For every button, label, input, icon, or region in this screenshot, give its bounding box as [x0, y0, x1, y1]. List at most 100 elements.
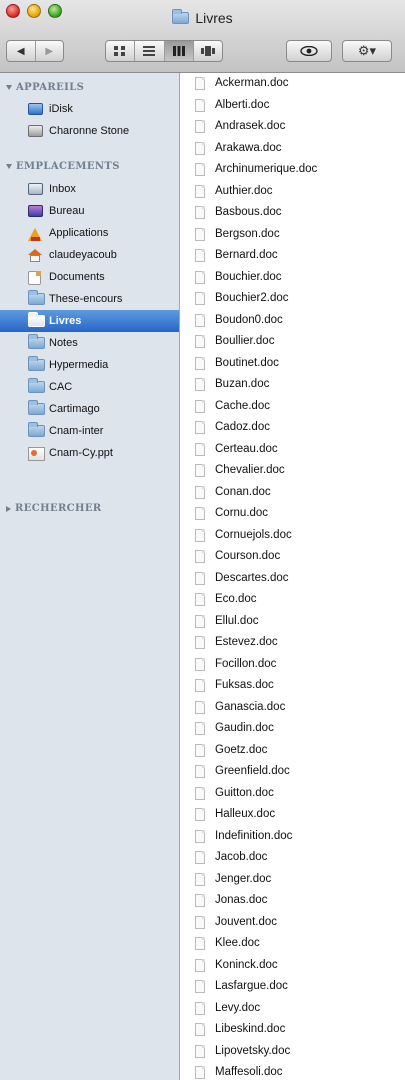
column-view-button[interactable] [164, 41, 194, 61]
file-row[interactable]: Bouchier2.doc [181, 288, 405, 310]
file-row[interactable]: Bergson.doc [181, 224, 405, 246]
sidebar-item-claudeyacoub[interactable]: claudeyacoub [0, 244, 179, 266]
file-row[interactable]: Libeskind.doc [181, 1019, 405, 1041]
file-row[interactable]: Boullier.doc [181, 331, 405, 353]
sidebar-section-emplacements[interactable]: EMPLACEMENTS [6, 161, 120, 172]
file-row[interactable]: Boudon0.doc [181, 310, 405, 332]
document-icon [195, 743, 205, 757]
file-row[interactable]: Andrasek.doc [181, 116, 405, 138]
file-name: Archinumerique.doc [215, 163, 318, 175]
file-row[interactable]: Courson.doc [181, 546, 405, 568]
file-row[interactable]: Ackerman.doc [181, 73, 405, 95]
sidebar-item-these-encours[interactable]: These-encours [0, 288, 179, 310]
file-row[interactable]: Goetz.doc [181, 740, 405, 762]
folder-icon [28, 400, 45, 415]
file-row[interactable]: Bouchier.doc [181, 267, 405, 289]
sidebar-item-cnam-inter[interactable]: Cnam-inter [0, 420, 179, 442]
file-row[interactable]: Boutinet.doc [181, 353, 405, 375]
action-menu-button[interactable]: ⚙▾ [342, 40, 392, 62]
sidebar-item-cnam-cy-ppt[interactable]: Cnam-Cy.ppt [0, 442, 179, 464]
file-row[interactable]: Chevalier.doc [181, 460, 405, 482]
coverflow-view-button[interactable] [194, 41, 222, 61]
file-name: Andrasek.doc [215, 120, 286, 132]
eye-icon [300, 46, 318, 56]
sidebar-item-inbox[interactable]: Inbox [0, 178, 179, 200]
sidebar-section-appareils[interactable]: APPAREILS [6, 82, 84, 93]
file-row[interactable]: Koninck.doc [181, 955, 405, 977]
file-name: Fuksas.doc [215, 679, 274, 691]
file-row[interactable]: Bernard.doc [181, 245, 405, 267]
sidebar-item-label: iDisk [49, 103, 73, 115]
icon-view-button[interactable] [106, 41, 136, 61]
file-row[interactable]: Jonas.doc [181, 890, 405, 912]
file-row[interactable]: Indefinition.doc [181, 826, 405, 848]
file-row[interactable]: Lasfargue.doc [181, 976, 405, 998]
file-row[interactable]: Estevez.doc [181, 632, 405, 654]
window-titlebar: Livres ◀ ▶ ⚙▾ [0, 0, 405, 73]
file-row[interactable]: Arakawa.doc [181, 138, 405, 160]
file-row[interactable]: Descartes.doc [181, 568, 405, 590]
file-name: Libeskind.doc [215, 1023, 286, 1035]
file-row[interactable]: Halleux.doc [181, 804, 405, 826]
list-view-button[interactable] [135, 41, 165, 61]
file-row[interactable]: Buzan.doc [181, 374, 405, 396]
document-icon [195, 614, 205, 628]
file-row[interactable]: Guitton.doc [181, 783, 405, 805]
document-icon [195, 593, 205, 606]
file-row[interactable]: Authier.doc [181, 181, 405, 203]
file-name: Estevez.doc [215, 636, 278, 648]
file-name: Boullier.doc [215, 335, 275, 347]
back-button[interactable]: ◀ [7, 41, 36, 61]
folder-icon [28, 290, 45, 305]
sidebar-item-cac[interactable]: CAC [0, 376, 179, 398]
sidebar-item-applications[interactable]: Applications [0, 222, 179, 244]
document-icon [195, 980, 205, 993]
file-row[interactable]: Basbous.doc [181, 202, 405, 224]
back-arrow-icon: ◀ [16, 45, 25, 57]
sidebar-item-bureau[interactable]: Bureau [0, 200, 179, 222]
forward-button[interactable]: ▶ [36, 41, 64, 61]
file-row[interactable]: Archinumerique.doc [181, 159, 405, 181]
sidebar-item-notes[interactable]: Notes [0, 332, 179, 354]
file-row[interactable]: Certeau.doc [181, 439, 405, 461]
file-row[interactable]: Jacob.doc [181, 847, 405, 869]
file-row[interactable]: Cornu.doc [181, 503, 405, 525]
sidebar-item-hypermedia[interactable]: Hypermedia [0, 354, 179, 376]
sidebar-item-documents[interactable]: Documents [0, 266, 179, 288]
file-name: Jenger.doc [215, 872, 272, 885]
file-name: Boudon0.doc [215, 313, 283, 326]
list-view-icon [143, 46, 156, 56]
file-row[interactable]: Ganascia.doc [181, 697, 405, 719]
document-icon [195, 1023, 205, 1036]
file-row[interactable]: Cache.doc [181, 396, 405, 418]
file-row[interactable]: Focillon.doc [181, 654, 405, 676]
file-row[interactable]: Jouvent.doc [181, 912, 405, 934]
document-icon [195, 421, 205, 434]
sidebar-item-label: Livres [49, 315, 82, 327]
file-row[interactable]: Fuksas.doc [181, 675, 405, 697]
sidebar-item-cartimago[interactable]: Cartimago [0, 398, 179, 420]
quick-look-button[interactable] [286, 40, 332, 62]
file-row[interactable]: Eco.doc [181, 589, 405, 611]
file-row[interactable]: Levy.doc [181, 998, 405, 1020]
file-row[interactable]: Alberti.doc [181, 95, 405, 117]
file-row[interactable]: Maffesoli.doc [181, 1062, 405, 1080]
file-row[interactable]: Lipovetsky.doc [181, 1041, 405, 1063]
sidebar-section-rechercher[interactable]: RECHERCHER [6, 503, 102, 514]
sidebar-item-livres[interactable]: Livres [0, 310, 179, 332]
file-row[interactable]: Cadoz.doc [181, 417, 405, 439]
file-name: Levy.doc [215, 1001, 261, 1014]
sidebar-item-charonne-stone[interactable]: Charonne Stone [0, 120, 179, 142]
sidebar-item-idisk[interactable]: iDisk [0, 98, 179, 120]
file-row[interactable]: Cornuejols.doc [181, 525, 405, 547]
file-row[interactable]: Greenfield.doc [181, 761, 405, 783]
file-row[interactable]: Jenger.doc [181, 869, 405, 891]
document-icon [195, 313, 205, 327]
file-row[interactable]: Conan.doc [181, 482, 405, 504]
file-row[interactable]: Gaudin.doc [181, 718, 405, 740]
column-view-icon [172, 46, 185, 56]
document-icon [195, 829, 205, 843]
sidebar-item-label: These-encours [49, 293, 123, 305]
file-row[interactable]: Klee.doc [181, 933, 405, 955]
file-row[interactable]: Ellul.doc [181, 611, 405, 633]
